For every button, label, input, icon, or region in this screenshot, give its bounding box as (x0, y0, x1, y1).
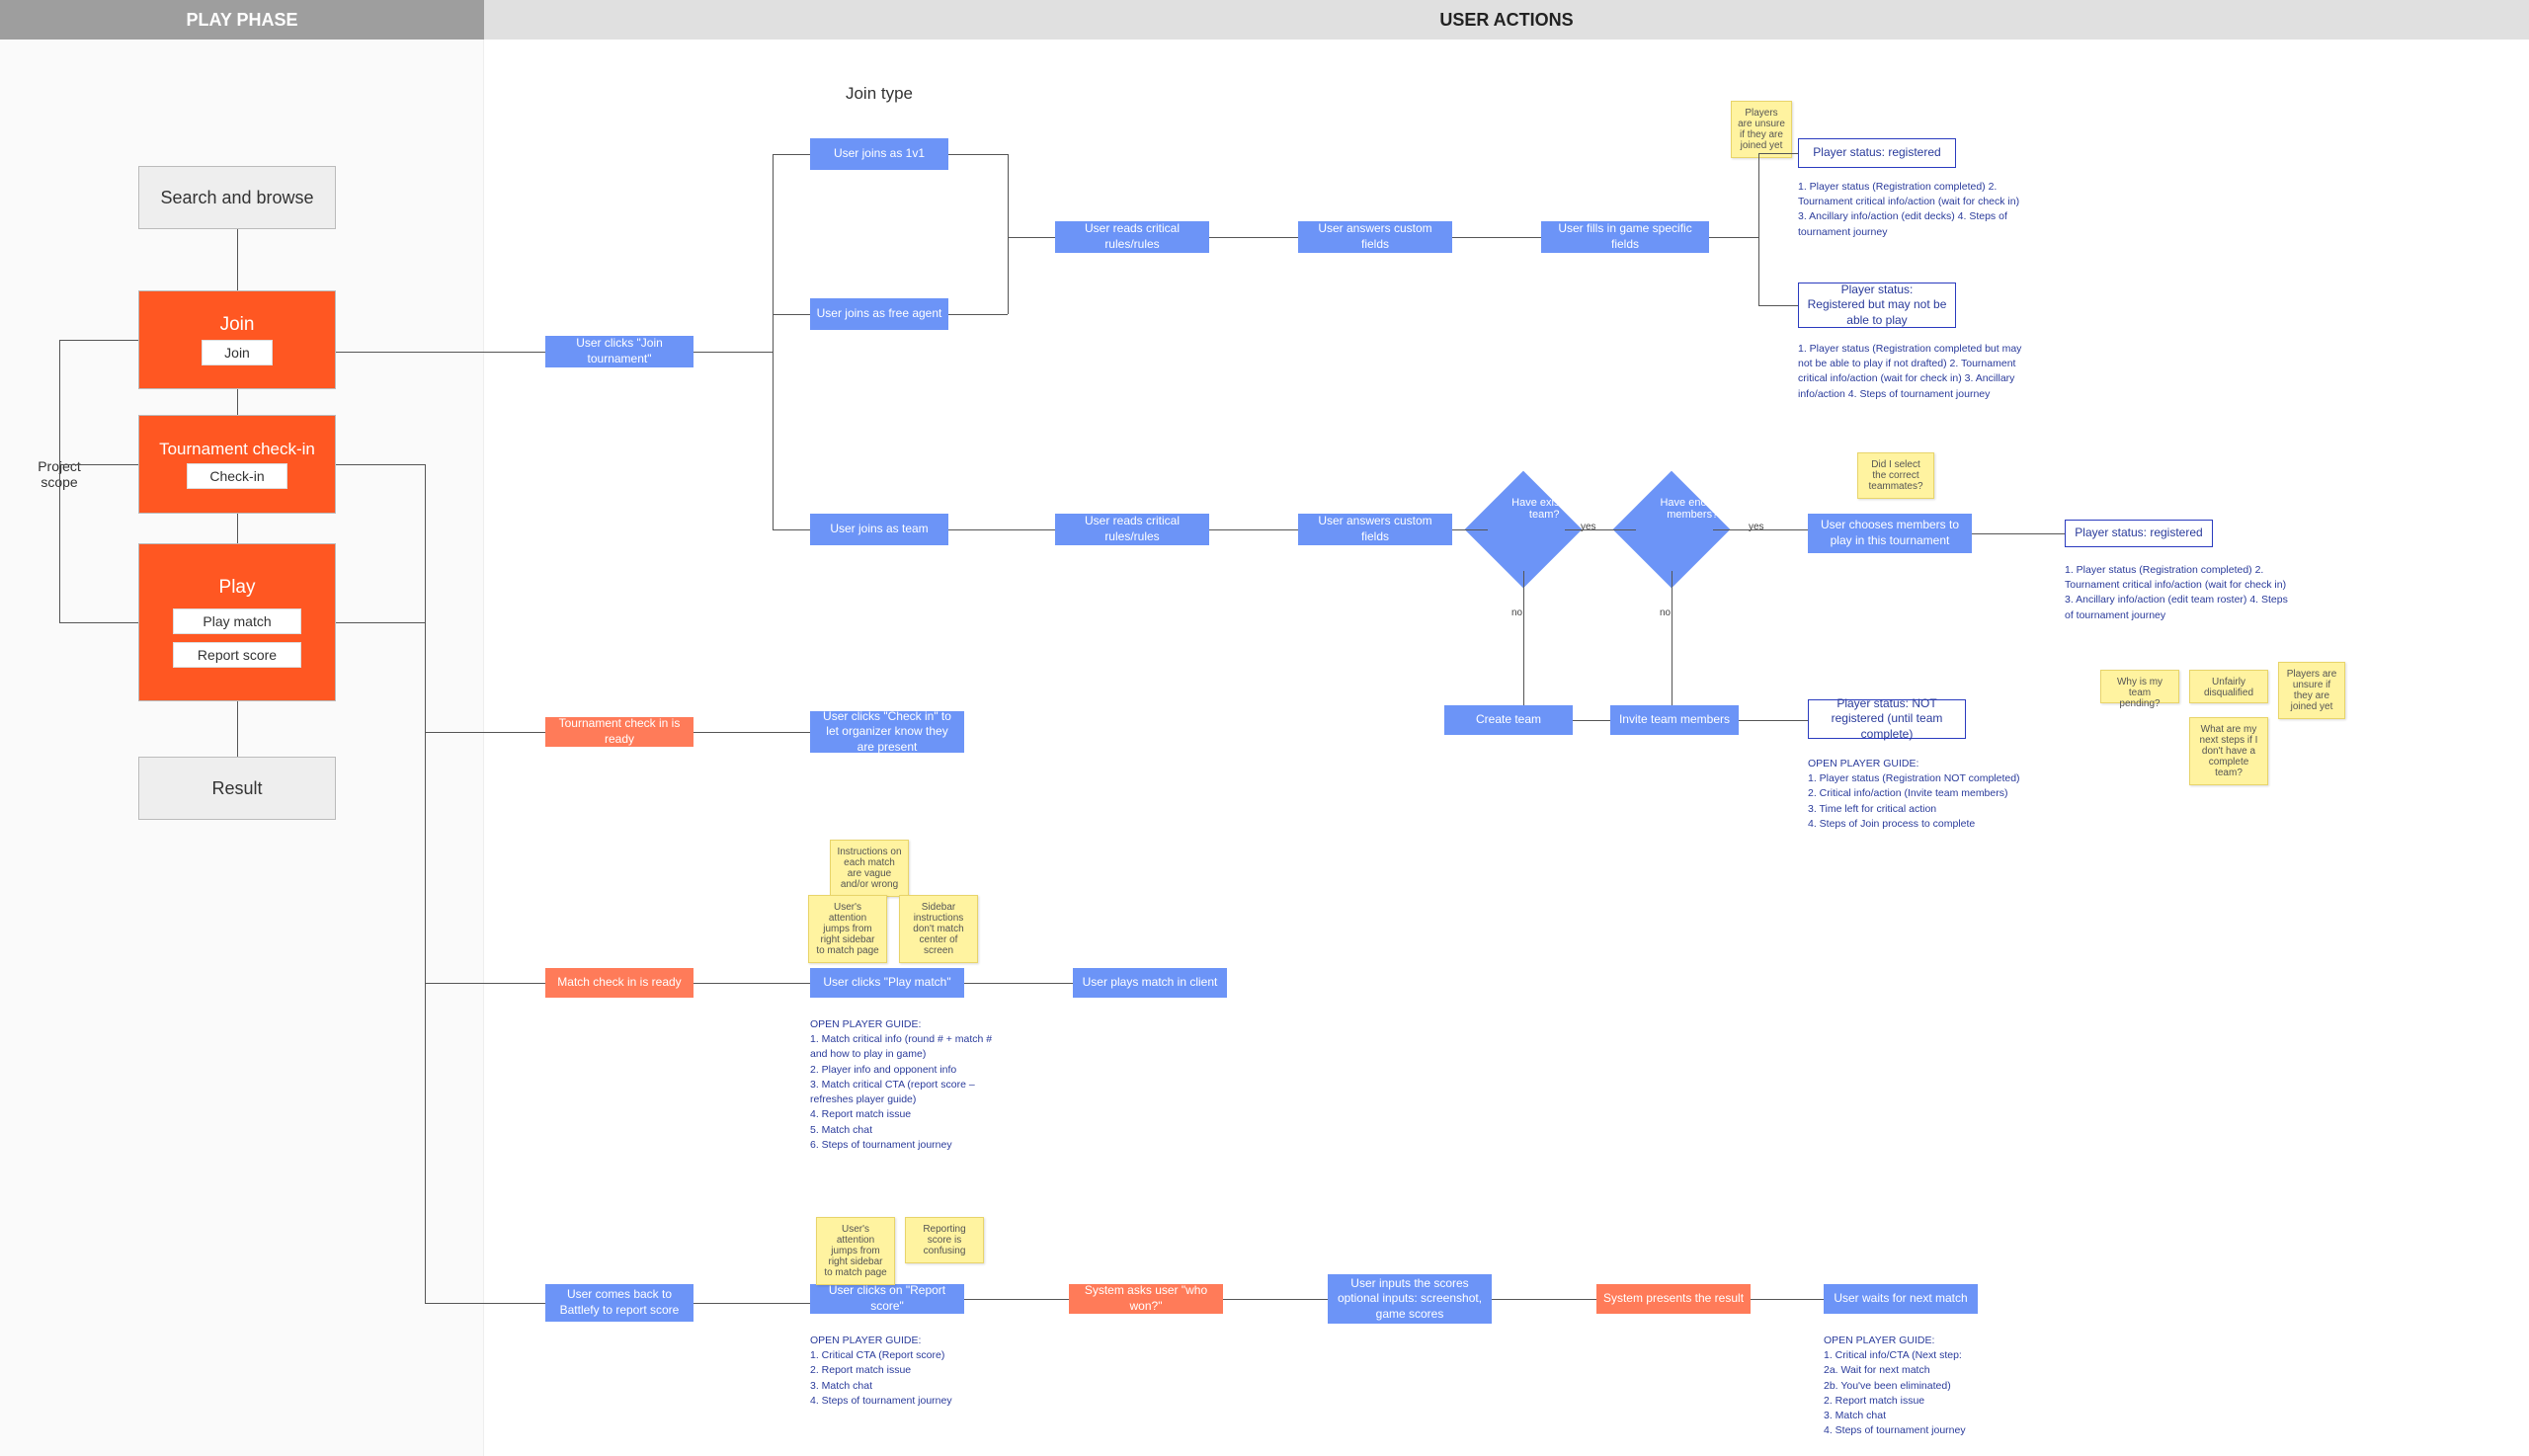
node-status-registered-1: Player status: registered (1798, 138, 1956, 168)
sticky-sb-mismatch: Sidebar instructions don't match center … (899, 895, 978, 963)
node-return-report: User comes back to Battlefy to report sc… (545, 1284, 693, 1322)
guide-7: OPEN PLAYER GUIDE: 1. Critical info/CTA … (1824, 1334, 1966, 1439)
phase-play-sub2: Report score (173, 642, 301, 668)
node-system-result: System presents the result (1596, 1284, 1751, 1314)
node-click-play: User clicks "Play match" (810, 968, 964, 998)
sticky-attn-2: User's attention jumps from right sideba… (816, 1217, 895, 1285)
edge-yes-2: yes (1749, 522, 1764, 532)
phase-join-title: Join (220, 314, 255, 336)
header-play-phase: PLAY PHASE (0, 0, 484, 40)
lane-play-phase (0, 40, 484, 1456)
guide-1: 1. Player status (Registration completed… (1798, 180, 2025, 240)
node-plays-client: User plays match in client (1073, 968, 1227, 998)
node-wait-next: User waits for next match (1824, 1284, 1978, 1314)
node-reads-rules-1: User reads critical rules/rules (1055, 221, 1209, 253)
node-system-who-won: System asks user "who won?" (1069, 1284, 1223, 1314)
node-click-checkin: User clicks "Check in" to let organizer … (810, 711, 964, 753)
guide-5: OPEN PLAYER GUIDE: 1. Match critical inf… (810, 1017, 1008, 1153)
guide-4: OPEN PLAYER GUIDE: 1. Player status (Reg… (1808, 757, 2020, 832)
node-tci-ready: Tournament check in is ready (545, 717, 693, 747)
node-click-report: User clicks on "Report score" (810, 1284, 964, 1314)
join-type-label: Join type (820, 84, 938, 104)
phase-checkin: Tournament check-in Check-in (138, 415, 336, 514)
node-mci-ready: Match check in is ready (545, 968, 693, 998)
edge-no-1: no (1511, 607, 1522, 618)
sticky-dq: Unfairly disqualified (2189, 670, 2268, 703)
phase-play: Play Play match Report score (138, 543, 336, 701)
node-status-registered-2: Player status: registered (2065, 520, 2213, 547)
phase-result: Result (138, 757, 336, 820)
flowchart-canvas: Project scope Search and browse Join Joi… (0, 40, 2529, 1456)
node-status-not-registered: Player status: NOT registered (until tea… (1808, 699, 1966, 739)
sticky-correct-teammates: Did I select the correct teammates? (1857, 452, 1934, 499)
node-invite-members: Invite team members (1610, 705, 1739, 735)
sticky-pending: Why is my team pending? (2100, 670, 2179, 703)
sticky-report-confusing: Reporting score is confusing (905, 1217, 984, 1263)
node-fills-game: User fills in game specific fields (1541, 221, 1709, 253)
node-join-1v1: User joins as 1v1 (810, 138, 948, 170)
phase-search: Search and browse (138, 166, 336, 229)
node-status-reg-maybe: Player status: Registered but may not be… (1798, 283, 1956, 328)
header-user-actions: USER ACTIONS (484, 0, 2529, 40)
node-click-join: User clicks "Join tournament" (545, 336, 693, 367)
phase-checkin-sub: Check-in (187, 463, 286, 489)
sticky-players-unsure-1: Players are unsure if they are joined ye… (1731, 101, 1792, 158)
guide-6: OPEN PLAYER GUIDE: 1. Critical CTA (Repo… (810, 1334, 952, 1409)
sticky-players-unsure-2: Players are unsure if they are joined ye… (2278, 662, 2345, 719)
node-inputs-scores: User inputs the scores optional inputs: … (1328, 1274, 1492, 1324)
sticky-instr: Instructions on each match are vague and… (830, 840, 909, 897)
node-create-team: Create team (1444, 705, 1573, 735)
edge-yes-1: yes (1581, 522, 1596, 532)
sticky-complete-team: What are my next steps if I don't have a… (2189, 717, 2268, 785)
guide-2: 1. Player status (Registration completed… (1798, 342, 2025, 402)
node-choose-members: User chooses members to play in this tou… (1808, 514, 1972, 553)
node-answers-custom-1: User answers custom fields (1298, 221, 1452, 253)
node-reads-rules-2: User reads critical rules/rules (1055, 514, 1209, 545)
phase-play-title: Play (219, 577, 256, 599)
node-answers-custom-2: User answers custom fields (1298, 514, 1452, 545)
node-join-free-agent: User joins as free agent (810, 298, 948, 330)
edge-no-2: no (1660, 607, 1671, 618)
phase-checkin-title: Tournament check-in (159, 440, 315, 459)
guide-3: 1. Player status (Registration completed… (2065, 563, 2292, 623)
phase-join: Join Join (138, 290, 336, 389)
node-join-team: User joins as team (810, 514, 948, 545)
phase-join-sub: Join (202, 340, 273, 365)
phase-play-sub1: Play match (173, 608, 301, 634)
sticky-attn-1: User's attention jumps from right sideba… (808, 895, 887, 963)
